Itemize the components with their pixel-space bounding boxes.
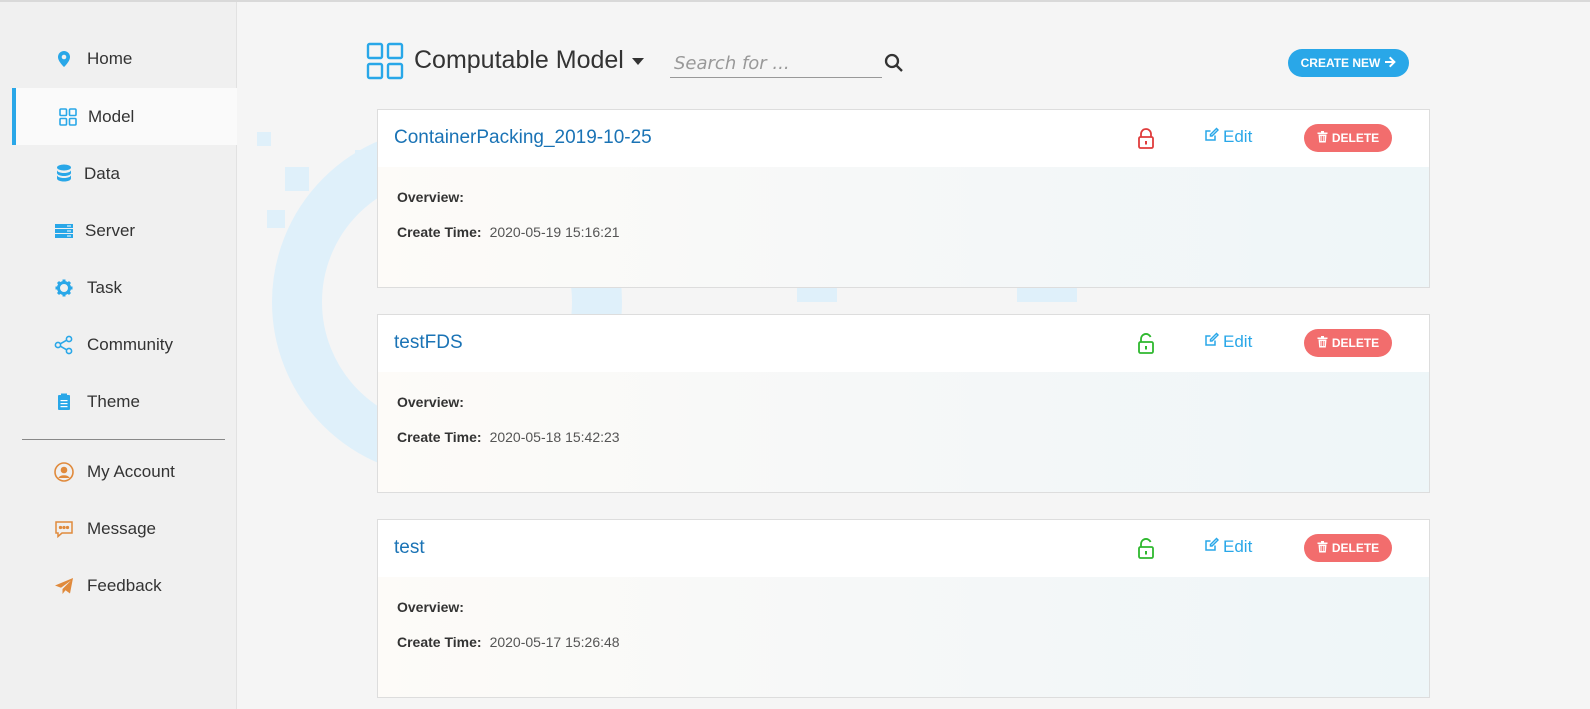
sidebar-divider: [22, 439, 225, 440]
grid-icon: [58, 107, 78, 127]
trash-icon: [1317, 130, 1328, 146]
caret-down-icon: [631, 58, 644, 65]
sidebar-item-label: Message: [87, 518, 156, 538]
clipboard-icon: [54, 392, 74, 412]
delete-button[interactable]: DELETE: [1304, 534, 1392, 562]
page-title: Computable Model: [414, 46, 624, 74]
create-time-value: 2020-05-18 15:42:23: [489, 429, 620, 445]
delete-label: DELETE: [1331, 131, 1380, 145]
sidebar-item-label: Feedback: [87, 575, 162, 595]
sidebar-item-community[interactable]: Community: [0, 316, 237, 373]
create-new-button[interactable]: CREATE NEW: [1288, 49, 1409, 77]
edit-link[interactable]: Edit: [1204, 332, 1252, 352]
model-card: ContainerPacking_2019-10-25 Edit DELETE …: [377, 109, 1430, 288]
unlock-icon[interactable]: [1136, 333, 1156, 355]
model-card: testFDS Edit DELETE Overview: Create Tim…: [377, 314, 1430, 493]
sidebar-item-task[interactable]: Task: [0, 259, 237, 316]
sidebar-item-label: My Account: [87, 461, 175, 481]
overview-label: Overview:: [397, 599, 464, 615]
model-title-link[interactable]: ContainerPacking_2019-10-25: [394, 127, 652, 149]
create-time-label: Create Time:: [397, 224, 482, 240]
lock-icon[interactable]: [1136, 128, 1156, 150]
unlock-icon[interactable]: [1136, 538, 1156, 560]
arrow-right-icon: [1384, 56, 1397, 71]
location-pin-icon: [54, 49, 74, 69]
delete-label: DELETE: [1331, 336, 1380, 350]
sidebar-item-label: Task: [87, 277, 122, 297]
grid-icon: [366, 42, 404, 80]
search-icon[interactable]: [884, 53, 904, 73]
model-card-header: testFDS Edit DELETE: [378, 315, 1429, 372]
sidebar-item-model[interactable]: Model: [12, 88, 237, 145]
create-time-label: Create Time:: [397, 429, 482, 445]
user-circle-icon: [54, 461, 74, 482]
delete-button[interactable]: DELETE: [1304, 329, 1392, 357]
sidebar-item-message[interactable]: Message: [0, 500, 237, 557]
edit-icon: [1204, 127, 1220, 147]
delete-button[interactable]: DELETE: [1304, 124, 1392, 152]
sidebar-item-label: Model: [88, 106, 135, 126]
create-time-value: 2020-05-17 15:26:48: [489, 634, 620, 650]
create-time-value: 2020-05-19 15:16:21: [489, 224, 620, 240]
edit-icon: [1204, 537, 1220, 557]
overview-label: Overview:: [397, 189, 464, 205]
overview-row: Overview:: [397, 189, 472, 205]
paper-plane-icon: [54, 576, 74, 596]
create-time-row: Create Time: 2020-05-17 15:26:48: [397, 634, 620, 650]
gear-icon: [54, 278, 74, 298]
search-input[interactable]: [670, 50, 882, 78]
server-icon: [54, 221, 74, 241]
create-new-label: CREATE NEW: [1300, 56, 1381, 70]
sidebar-item-home[interactable]: Home: [0, 30, 237, 87]
share-icon: [54, 335, 74, 355]
sidebar-item-server[interactable]: Server: [0, 202, 237, 259]
delete-label: DELETE: [1331, 541, 1380, 555]
create-time-row: Create Time: 2020-05-18 15:42:23: [397, 429, 620, 445]
overview-row: Overview:: [397, 394, 472, 410]
trash-icon: [1317, 540, 1328, 556]
edit-icon: [1204, 332, 1220, 352]
sidebar-item-theme[interactable]: Theme: [0, 373, 237, 430]
edit-label: Edit: [1223, 537, 1253, 556]
sidebar-item-label: Home: [87, 48, 133, 68]
edit-label: Edit: [1223, 332, 1253, 351]
overview-row: Overview:: [397, 599, 472, 615]
sidebar-item-label: Data: [84, 163, 120, 183]
sidebar-item-label: Server: [85, 220, 136, 240]
sidebar-item-feedback[interactable]: Feedback: [0, 557, 237, 614]
model-title-link[interactable]: testFDS: [394, 332, 463, 354]
sidebar-item-label: Community: [87, 334, 173, 354]
database-icon: [54, 164, 74, 184]
model-card: test Edit DELETE Overview: Create Time: …: [377, 519, 1430, 698]
page-title-dropdown[interactable]: Computable Model: [414, 46, 644, 75]
edit-link[interactable]: Edit: [1204, 537, 1252, 557]
sidebar-item-label: Theme: [87, 391, 140, 411]
sidebar: Home Model Data Server Task Community Th…: [0, 2, 237, 709]
comment-icon: [54, 519, 74, 539]
create-time-label: Create Time:: [397, 634, 482, 650]
sidebar-item-data[interactable]: Data: [0, 145, 237, 202]
create-time-row: Create Time: 2020-05-19 15:16:21: [397, 224, 620, 240]
model-card-header: test Edit DELETE: [378, 520, 1429, 577]
edit-link[interactable]: Edit: [1204, 127, 1252, 147]
model-card-header: ContainerPacking_2019-10-25 Edit DELETE: [378, 110, 1429, 167]
trash-icon: [1317, 335, 1328, 351]
edit-label: Edit: [1223, 127, 1253, 146]
sidebar-item-my-account[interactable]: My Account: [0, 443, 237, 500]
model-title-link[interactable]: test: [394, 537, 425, 559]
overview-label: Overview:: [397, 394, 464, 410]
